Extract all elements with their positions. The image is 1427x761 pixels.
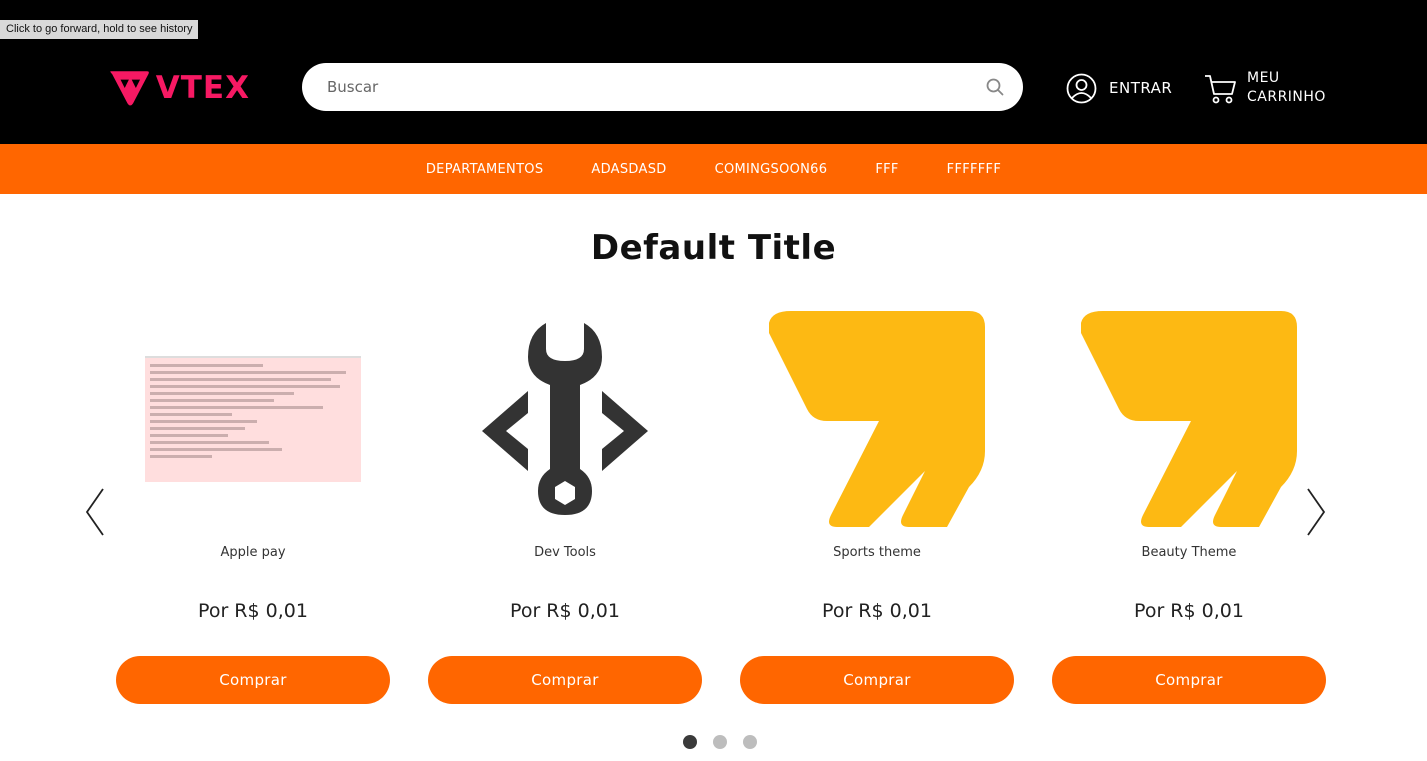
buy-button[interactable]: Comprar: [116, 656, 390, 704]
carousel-pagination: [683, 735, 773, 749]
menu-item-fffffff[interactable]: FFFFFFF: [947, 162, 1001, 177]
vtex-logo[interactable]: VTEX: [108, 62, 250, 114]
product-card: Dev Tools Por R$ 0,01 Comprar: [428, 310, 702, 710]
wrench-code-icon: [482, 323, 648, 515]
buy-button[interactable]: Comprar: [740, 656, 1014, 704]
buy-button[interactable]: Comprar: [428, 656, 702, 704]
search-bar: [302, 63, 1023, 111]
screenshot-thumbnail: [145, 356, 361, 482]
product-card: Sports theme Por R$ 0,01 Comprar: [740, 310, 1014, 710]
user-icon: [1066, 73, 1097, 103]
product-price: Por R$ 0,01: [822, 600, 932, 622]
product-card: Apple pay Por R$ 0,01 Comprar: [116, 310, 390, 710]
pagination-dot-2[interactable]: [713, 735, 727, 749]
product-card: Beauty Theme Por R$ 0,01 Comprar: [1052, 310, 1326, 710]
product-name[interactable]: Sports theme: [740, 545, 1014, 560]
product-image-link[interactable]: [144, 310, 362, 528]
product-price: Por R$ 0,01: [510, 600, 620, 622]
search-button[interactable]: [973, 63, 1017, 111]
menu-item-departamentos[interactable]: DEPARTAMENTOS: [426, 162, 544, 177]
department-menu: DEPARTAMENTOS ADASDASD COMINGSOON66 FFF …: [0, 144, 1427, 194]
product-name[interactable]: Beauty Theme: [1052, 545, 1326, 560]
menu-item-comingsoon66[interactable]: COMINGSOON66: [715, 162, 828, 177]
product-name[interactable]: Apple pay: [116, 545, 390, 560]
cart-button[interactable]: MEU CARRINHO: [1204, 69, 1337, 107]
product-price: Por R$ 0,01: [198, 600, 308, 622]
chevron-left-icon: [85, 488, 104, 536]
search-icon: [986, 78, 1004, 96]
product-price: Por R$ 0,01: [1134, 600, 1244, 622]
product-image-link[interactable]: [768, 310, 986, 528]
cart-icon: [1205, 74, 1236, 103]
buy-button[interactable]: Comprar: [1052, 656, 1326, 704]
cart-label-line1: MEU: [1247, 70, 1280, 86]
cart-label: MEU CARRINHO: [1247, 69, 1337, 107]
menu-item-fff[interactable]: FFF: [875, 162, 898, 177]
shelf-title: Default Title: [590, 228, 837, 268]
menu-item-adasdasd[interactable]: ADASDASD: [591, 162, 666, 177]
product-image-link[interactable]: [456, 310, 674, 528]
carousel-prev-button[interactable]: [83, 487, 107, 537]
product-image-link[interactable]: [1080, 310, 1298, 528]
browser-tooltip: Click to go forward, hold to see history: [0, 20, 199, 39]
site-header: VTEX ENTRAR MEU CARRINHO: [0, 0, 1427, 144]
yellow-lightning-logo: [1081, 311, 1297, 527]
login-label: ENTRAR: [1109, 79, 1173, 97]
pagination-dot-3[interactable]: [743, 735, 757, 749]
product-name[interactable]: Dev Tools: [428, 545, 702, 560]
login-button[interactable]: ENTRAR: [1066, 71, 1172, 105]
search-input[interactable]: [302, 63, 973, 111]
yellow-lightning-logo: [769, 311, 985, 527]
cart-label-line2: CARRINHO: [1247, 89, 1326, 105]
vtex-logo-icon: [110, 71, 149, 106]
logo-text: VTEX: [155, 70, 250, 106]
pagination-dot-1[interactable]: [683, 735, 697, 749]
